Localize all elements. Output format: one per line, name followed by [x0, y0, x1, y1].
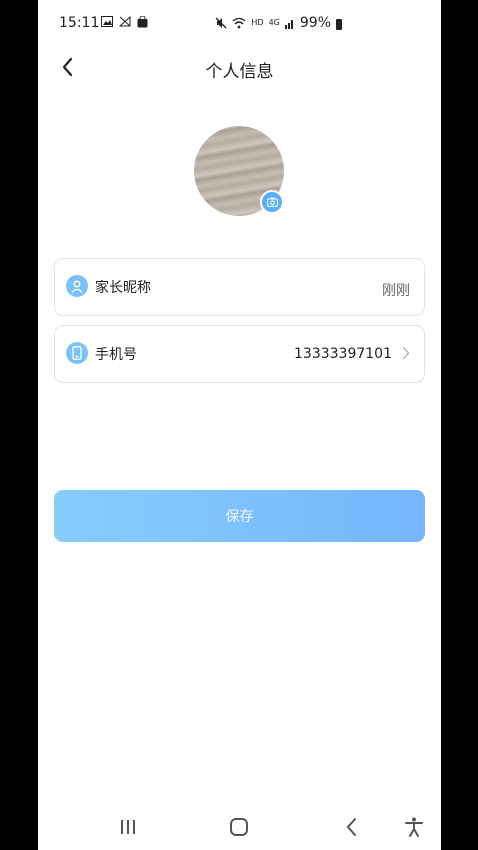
status-bar: 15:11 HD 4G 99%	[38, 0, 441, 44]
chevron-right-icon	[402, 346, 410, 360]
nickname-label: 家长昵称	[95, 280, 151, 296]
recent-apps-icon[interactable]	[116, 816, 140, 838]
nav-back-icon[interactable]	[340, 816, 364, 838]
camera-icon[interactable]	[260, 190, 284, 214]
phone-screen: 15:11 HD 4G 99% 个人信息 家长昵称 刚刚 手机号 1333339…	[38, 0, 441, 850]
cell-signal-icon	[284, 19, 293, 29]
phone-row[interactable]: 手机号 13333397101	[54, 325, 425, 383]
battery-percent: 99%	[299, 15, 331, 31]
wifi-icon	[232, 17, 246, 29]
status-time: 15:11	[59, 15, 100, 31]
signal-off-icon	[119, 16, 131, 27]
phone-icon	[66, 342, 88, 364]
battery-icon	[336, 18, 342, 30]
system-nav-bar	[38, 806, 441, 850]
gallery-icon	[101, 16, 113, 27]
page-header: 个人信息	[38, 44, 441, 90]
status-right-icons: HD 4G 99%	[215, 15, 342, 31]
home-icon[interactable]	[227, 816, 251, 838]
nickname-value[interactable]: 刚刚	[382, 280, 410, 300]
page-title: 个人信息	[205, 62, 274, 82]
shopping-bag-icon	[137, 16, 148, 28]
hd-indicator: HD	[251, 18, 264, 27]
user-icon	[66, 275, 88, 297]
phone-label: 手机号	[95, 347, 137, 363]
avatar-picker[interactable]	[194, 126, 286, 218]
mute-icon	[215, 17, 227, 29]
save-button[interactable]: 保存	[54, 490, 425, 542]
accessibility-icon[interactable]	[402, 816, 426, 838]
phone-value: 13333397101	[294, 346, 392, 362]
status-left-icons	[101, 16, 148, 28]
nickname-row[interactable]: 家长昵称 刚刚	[54, 258, 425, 316]
network-indicator: 4G	[268, 18, 280, 27]
